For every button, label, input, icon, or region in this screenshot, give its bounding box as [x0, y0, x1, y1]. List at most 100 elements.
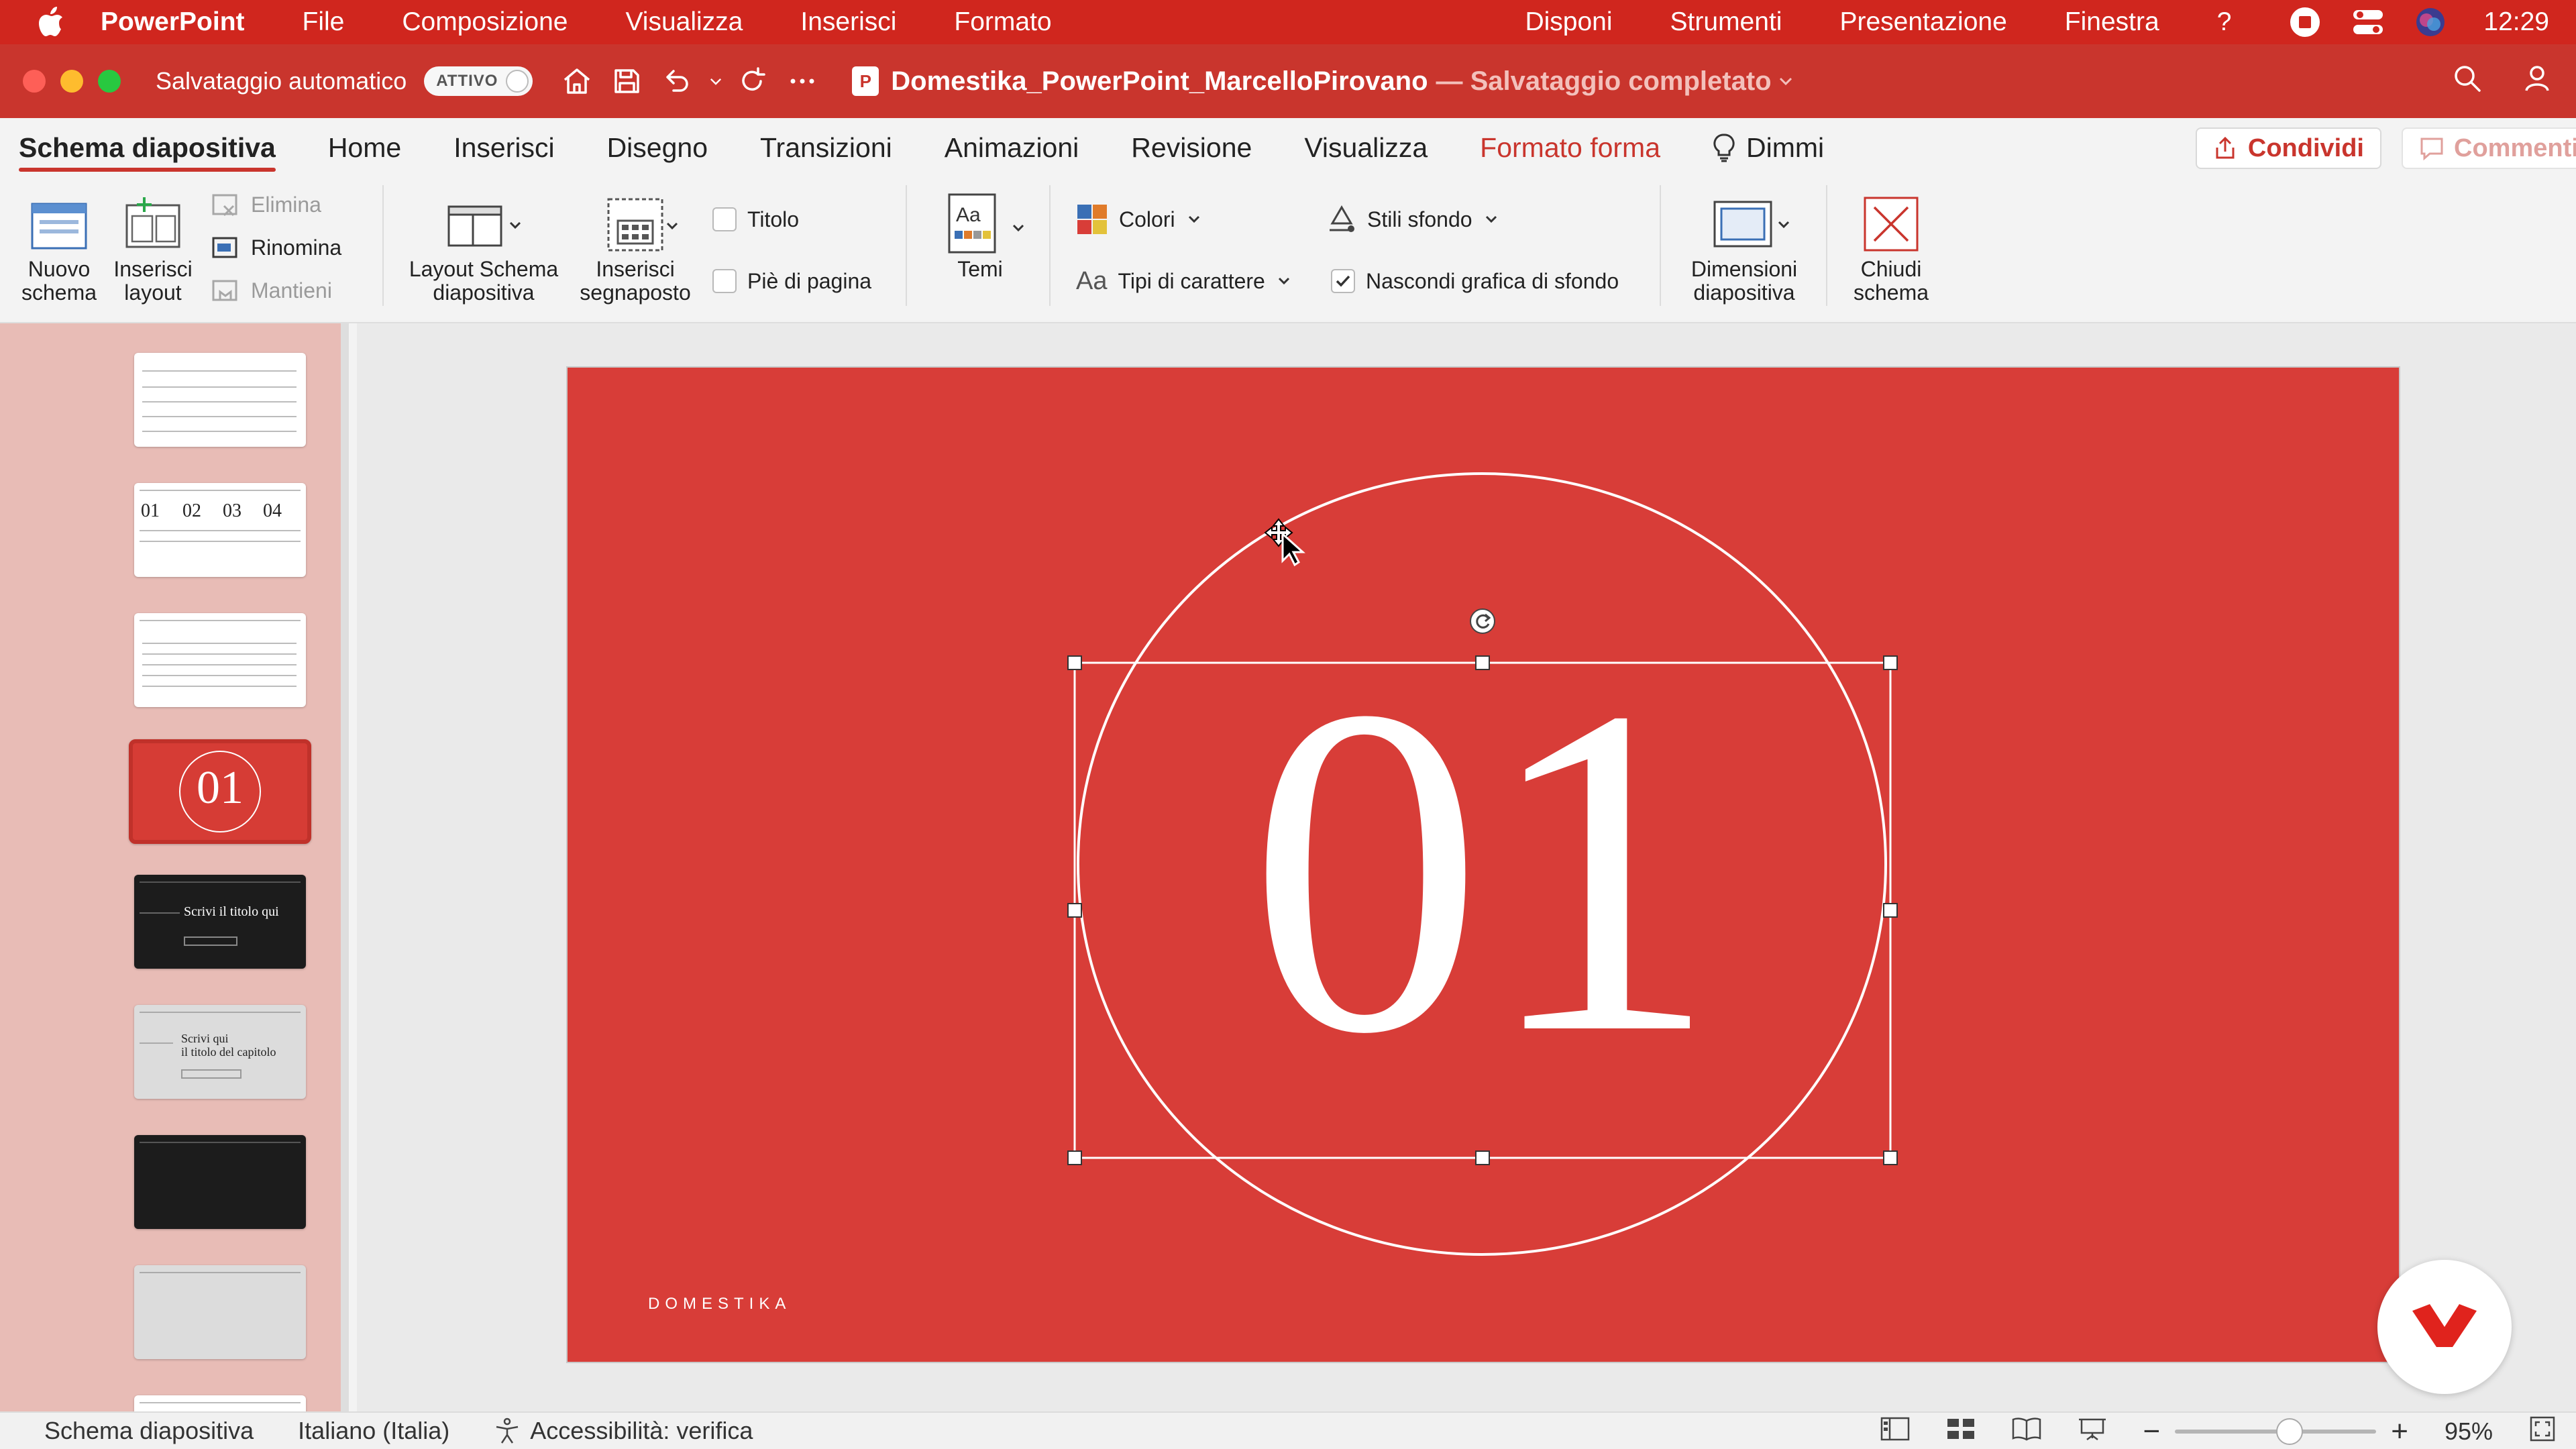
layout-thumbnail[interactable]	[134, 1265, 306, 1359]
menu-help[interactable]: ?	[2217, 7, 2232, 37]
layout-thumbnail[interactable]	[134, 353, 306, 447]
fonts-dropdown[interactable]: Aa Tipi di carattere	[1076, 264, 1292, 298]
menu-finestra[interactable]: Finestra	[2065, 7, 2159, 37]
themes-button[interactable]: Aa Temi	[923, 191, 1037, 281]
title-chevron-down-icon	[1779, 77, 1792, 86]
layout-thumbnail-selected[interactable]: 01	[129, 739, 311, 844]
undo-icon[interactable]	[656, 61, 696, 101]
document-name: Domestika_PowerPoint_MarcelloPirovano	[891, 66, 1428, 96]
tab-disegno[interactable]: Disegno	[607, 118, 708, 177]
layout-thumbnail[interactable]	[134, 1135, 306, 1229]
comment-icon	[2420, 138, 2443, 161]
fullscreen-window-button[interactable]	[98, 70, 121, 93]
tab-formato-forma[interactable]: Formato forma	[1480, 118, 1660, 177]
layout-thumbnail[interactable]	[134, 613, 306, 707]
slide-brand-text[interactable]: DOMESTIKA	[648, 1295, 791, 1313]
search-icon[interactable]	[2451, 62, 2483, 101]
preserve-icon	[212, 280, 237, 301]
hide-background-checkbox[interactable]: Nascondi grafica di sfondo	[1331, 264, 1619, 298]
accessibility-label: Accessibilità: verifica	[530, 1417, 753, 1444]
close-master-label-1: Chiudi	[1860, 257, 1922, 281]
comments-button[interactable]: Commenti	[2402, 127, 2576, 169]
title-checkbox-box[interactable]	[712, 207, 737, 231]
powerpoint-file-icon: P	[852, 66, 879, 96]
siri-icon[interactable]	[2415, 7, 2446, 38]
tab-visualizza[interactable]: Visualizza	[1304, 118, 1428, 177]
save-icon[interactable]	[606, 61, 647, 101]
delete-button[interactable]: Elimina	[211, 188, 321, 221]
more-options-icon[interactable]	[782, 61, 822, 101]
fonts-label: Tipi di carattere	[1118, 268, 1265, 293]
layout-thumbnail[interactable]: Scrivi il titolo qui	[134, 875, 306, 969]
master-layout-button[interactable]: Layout Schema diapositiva	[400, 191, 568, 305]
accessibility-check[interactable]: Accessibilità: verifica	[494, 1417, 753, 1445]
undo-dropdown-chevron-icon[interactable]	[706, 61, 726, 101]
title-checkbox[interactable]: Titolo	[712, 203, 799, 236]
svg-text:Aa: Aa	[956, 204, 981, 226]
autosave-toggle[interactable]: ATTIVO	[424, 66, 533, 96]
footer-checkbox[interactable]: Piè di pagina	[712, 264, 871, 298]
share-button[interactable]: Condividi	[2195, 127, 2381, 169]
slide-sorter-icon[interactable]	[1946, 1417, 1976, 1447]
tab-revisione[interactable]: Revisione	[1131, 118, 1252, 177]
minimize-window-button[interactable]	[60, 70, 83, 93]
tab-transizioni[interactable]: Transizioni	[760, 118, 892, 177]
hide-background-checkbox-box[interactable]	[1331, 269, 1355, 293]
redo-icon[interactable]	[733, 61, 773, 101]
insert-layout-button[interactable]: Inserisci layout	[107, 191, 199, 305]
layout-thumbnail[interactable]: Scrivi qui il titolo del capitolo	[134, 1005, 306, 1099]
tab-inserisci[interactable]: Inserisci	[453, 118, 554, 177]
tab-schema-diapositiva[interactable]: Schema diapositiva	[19, 118, 276, 177]
insert-placeholder-button[interactable]: Inserisci segnaposto	[572, 191, 699, 305]
tab-home[interactable]: Home	[328, 118, 401, 177]
rename-button[interactable]: Rinomina	[211, 231, 341, 264]
menu-composizione[interactable]: Composizione	[402, 7, 568, 37]
reading-view-icon[interactable]	[2012, 1417, 2041, 1447]
home-icon[interactable]	[557, 61, 597, 101]
slide-number-text[interactable]: 01	[568, 636, 2399, 1106]
slide-editing-area[interactable]: 01 DOMESTIKA	[357, 323, 2576, 1411]
zoom-level[interactable]: 95%	[2445, 1417, 2493, 1446]
zoom-slider[interactable]	[2175, 1418, 2377, 1445]
insert-placeholder-icon	[588, 191, 682, 258]
status-language[interactable]: Italiano (Italia)	[298, 1417, 449, 1445]
control-center-icon[interactable]	[2352, 7, 2384, 37]
thumb-number: 03	[223, 500, 241, 521]
zoom-slider-knob[interactable]	[2276, 1418, 2304, 1445]
layout-thumbnail[interactable]	[134, 1395, 306, 1411]
ribbon-separator	[1826, 185, 1827, 306]
background-styles-chevron-down-icon	[1485, 215, 1497, 223]
close-window-button[interactable]	[23, 70, 46, 93]
slide-thumbnails-pane[interactable]: 01 02 03 04 01 Scrivi il titolo qui Scri…	[0, 323, 349, 1411]
preserve-button[interactable]: Mantieni	[211, 274, 332, 307]
new-master-button[interactable]: Nuovo schema	[13, 191, 105, 305]
menu-inserisci[interactable]: Inserisci	[800, 7, 896, 37]
background-styles-dropdown[interactable]: Stili sfondo	[1327, 203, 1499, 236]
slide-size-button[interactable]: Dimensioni diapositiva	[1677, 191, 1811, 305]
close-master-button[interactable]: Chiudi schema	[1841, 191, 1941, 305]
menu-visualizza[interactable]: Visualizza	[626, 7, 743, 37]
new-master-label-1: Nuovo	[28, 257, 91, 281]
menu-app-name[interactable]: PowerPoint	[101, 7, 245, 37]
screen-record-icon[interactable]	[2289, 6, 2321, 38]
slideshow-view-icon[interactable]	[2078, 1417, 2107, 1447]
layout-thumbnail[interactable]: 01 02 03 04	[134, 483, 306, 577]
zoom-out-icon[interactable]: −	[2143, 1415, 2161, 1448]
menu-disponi[interactable]: Disponi	[1525, 7, 1612, 37]
menu-file[interactable]: File	[303, 7, 345, 37]
zoom-in-icon[interactable]: +	[2391, 1415, 2408, 1448]
autosave-label: Salvataggio automatico	[156, 67, 407, 95]
apple-menu-icon[interactable]	[0, 7, 101, 38]
document-title[interactable]: P Domestika_PowerPoint_MarcelloPirovano …	[852, 66, 1794, 97]
menu-strumenti[interactable]: Strumenti	[1670, 7, 1782, 37]
slide-master-layout[interactable]: 01 DOMESTIKA	[568, 368, 2399, 1362]
menu-formato[interactable]: Formato	[954, 7, 1051, 37]
normal-view-icon[interactable]	[1880, 1417, 1910, 1447]
footer-checkbox-box[interactable]	[712, 269, 737, 293]
menu-presentazione[interactable]: Presentazione	[1839, 7, 2006, 37]
fit-slide-icon[interactable]	[2529, 1415, 2556, 1448]
account-icon[interactable]	[2524, 62, 2556, 101]
colors-dropdown[interactable]: Colori	[1076, 203, 1202, 236]
tab-dimmi[interactable]: Dimmi	[1713, 118, 1824, 177]
tab-animazioni[interactable]: Animazioni	[945, 118, 1079, 177]
